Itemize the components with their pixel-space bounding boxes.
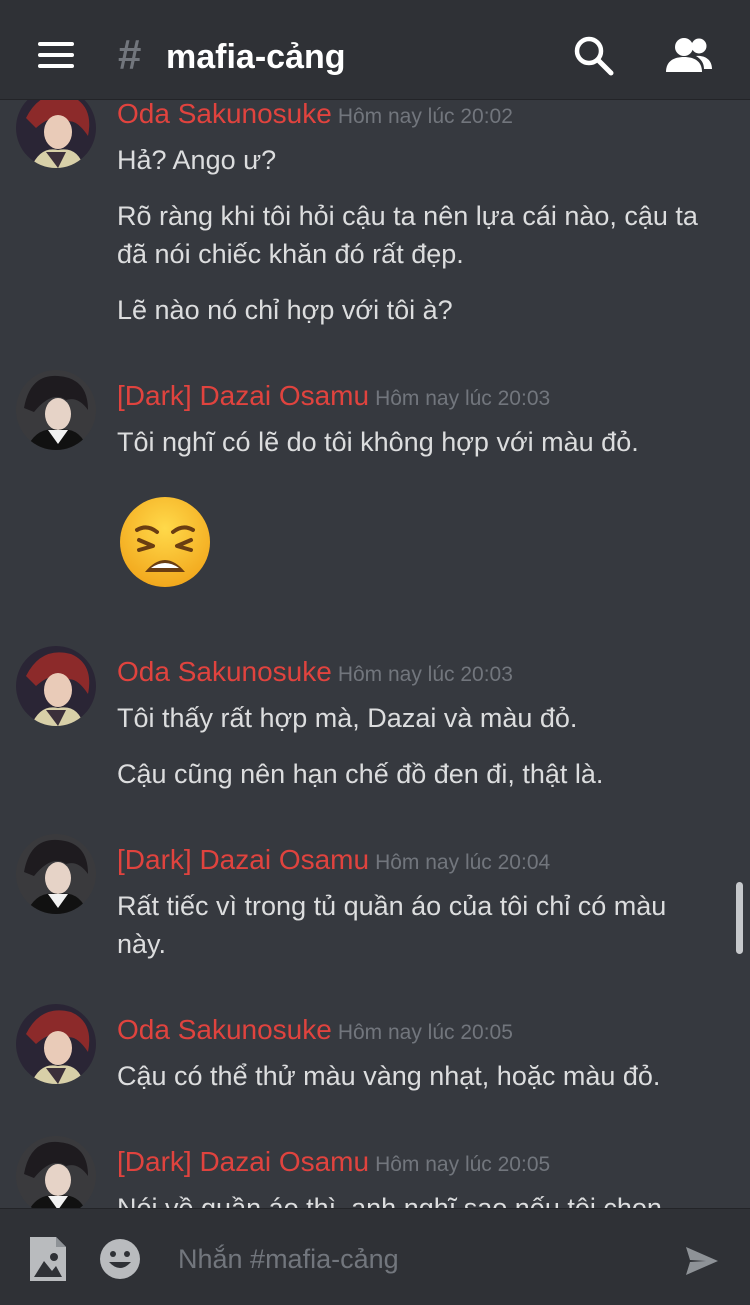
message-text: Nói về quần áo thì, anh nghĩ sao nếu tôi… [117,1193,662,1208]
timestamp: Hôm nay lúc 20:02 [337,105,513,128]
message-header: Oda Sakunosuke Hôm nay lúc 20:03 [117,655,513,692]
author-name[interactable]: [Dark] Dazai Osamu [117,844,369,875]
message-list[interactable]: Oda Sakunosuke Hôm nay lúc 20:02 Hả? Ango… [0,100,750,1208]
channel-hash-icon: # [118,31,142,78]
message-header: [Dark] Dazai Osamu Hôm nay lúc 20:05 [117,1145,550,1182]
search-icon[interactable] [572,34,616,78]
avatar-oda[interactable] [16,646,96,726]
message-composer [0,1208,750,1305]
timestamp: Hôm nay lúc 20:05 [375,1153,551,1176]
message-text: Tôi nghĩ có lẽ do tôi không hợp với màu … [117,427,639,457]
message-header: Oda Sakunosuke Hôm nay lúc 20:05 [117,1013,513,1050]
avatar-oda[interactable] [16,100,96,168]
message-text: Rất tiếc vì trong tủ quần áo của tôi chỉ… [117,891,667,921]
weary-face-emoji [117,494,213,590]
timestamp: Hôm nay lúc 20:04 [375,851,551,874]
message-header: [Dark] Dazai Osamu Hôm nay lúc 20:03 [117,379,550,416]
hamburger-icon[interactable] [38,42,74,68]
message-text: Rõ ràng khi tôi hỏi cậu ta nên lựa cái n… [117,201,698,231]
author-name[interactable]: [Dark] Dazai Osamu [117,380,369,411]
avatar-dazai[interactable] [16,370,96,450]
scrollbar-thumb[interactable] [736,882,743,954]
timestamp: Hôm nay lúc 20:03 [337,663,513,686]
message-text: Lẽ nào nó chỉ hợp với tôi à? [117,295,453,325]
chat-app: # mafia-cảng Oda Sakunosuke Hôm nay lúc … [0,0,750,1305]
message-text: Cậu có thể thử màu vàng nhạt, hoặc màu đ… [117,1061,661,1091]
message-input[interactable] [178,1233,658,1285]
message-text: này. [117,929,167,959]
message-text: Tôi thấy rất hợp mà, Dazai và màu đỏ. [117,703,578,733]
channel-title: mafia-cảng [166,38,346,76]
avatar-dazai[interactable] [16,834,96,914]
image-upload-icon[interactable] [28,1235,68,1283]
author-name[interactable]: Oda Sakunosuke [117,656,332,687]
avatar-oda[interactable] [16,1004,96,1084]
author-name[interactable]: [Dark] Dazai Osamu [117,1146,369,1177]
message-text: Hả? Ango ư? [117,145,277,175]
message-header: [Dark] Dazai Osamu Hôm nay lúc 20:04 [117,843,550,880]
timestamp: Hôm nay lúc 20:05 [337,1021,513,1044]
timestamp: Hôm nay lúc 20:03 [375,387,551,410]
avatar-dazai[interactable] [16,1136,96,1208]
send-icon[interactable] [684,1245,720,1277]
emoji-icon[interactable] [98,1237,142,1281]
message-text: đã nói chiếc khăn đó rất đẹp. [117,239,464,269]
channel-header: # mafia-cảng [0,0,750,100]
message-header: Oda Sakunosuke Hôm nay lúc 20:02 [117,100,513,134]
members-icon[interactable] [664,34,714,78]
message-text: Cậu cũng nên hạn chế đồ đen đi, thật là. [117,759,604,789]
author-name[interactable]: Oda Sakunosuke [117,100,332,129]
author-name[interactable]: Oda Sakunosuke [117,1014,332,1045]
